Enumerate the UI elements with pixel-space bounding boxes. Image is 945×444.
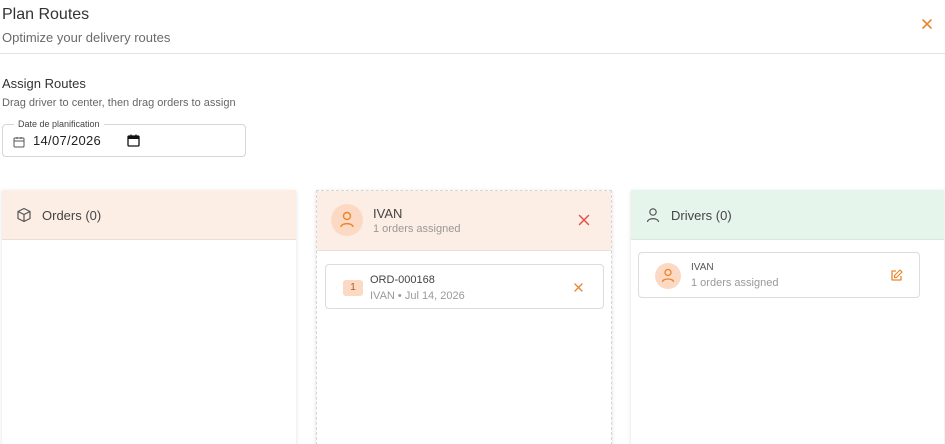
assign-routes-title: Assign Routes <box>2 76 86 91</box>
assign-routes-subtitle: Drag driver to center, then drag orders … <box>2 97 236 109</box>
driver-card[interactable]: IVAN 1 orders assigned <box>638 252 920 298</box>
planning-date-field[interactable]: Date de planification 14/07/2026 <box>2 119 246 157</box>
drivers-column: Drivers (0) IVAN 1 orders assigned <box>631 190 944 444</box>
user-icon <box>646 208 660 223</box>
box-icon <box>17 207 31 223</box>
calendar-picker-icon[interactable] <box>127 134 140 147</box>
avatar <box>331 204 363 236</box>
user-icon <box>340 211 354 228</box>
close-icon[interactable] <box>919 16 935 32</box>
avatar <box>655 263 681 289</box>
edit-icon[interactable] <box>890 269 903 282</box>
assigned-order-card[interactable]: 1 ORD-000168 IVAN • Jul 14, 2026 <box>325 264 604 309</box>
assigned-driver-name: IVAN <box>373 206 403 221</box>
planning-date-label: Date de planification <box>14 119 104 129</box>
page-subtitle: Optimize your delivery routes <box>2 30 171 45</box>
assigned-driver-header: IVAN 1 orders assigned <box>317 191 611 251</box>
orders-column-title: Orders (0) <box>42 208 102 223</box>
orders-column: Orders (0) <box>2 190 296 444</box>
driver-assigned-count: 1 orders assigned <box>691 277 779 289</box>
drivers-column-header: Drivers (0) <box>631 190 944 240</box>
order-id: ORD-000168 <box>370 274 435 286</box>
order-sequence-badge: 1 <box>343 280 363 296</box>
orders-column-header: Orders (0) <box>2 190 296 240</box>
remove-driver-icon[interactable] <box>577 213 591 227</box>
calendar-icon <box>13 137 25 148</box>
planning-date-input[interactable]: 14/07/2026 <box>33 133 101 148</box>
page-title: Plan Routes <box>2 6 90 23</box>
dialog-header: Plan Routes Optimize your delivery route… <box>0 0 945 54</box>
assigned-driver-count: 1 orders assigned <box>373 223 461 235</box>
order-meta: IVAN • Jul 14, 2026 <box>370 290 465 302</box>
user-icon <box>661 268 675 283</box>
driver-name: IVAN <box>691 262 714 273</box>
remove-order-icon[interactable] <box>573 282 584 293</box>
drivers-column-title: Drivers (0) <box>671 208 732 223</box>
assignment-drop-zone[interactable]: IVAN 1 orders assigned 1 ORD-000168 IVAN… <box>316 190 612 444</box>
